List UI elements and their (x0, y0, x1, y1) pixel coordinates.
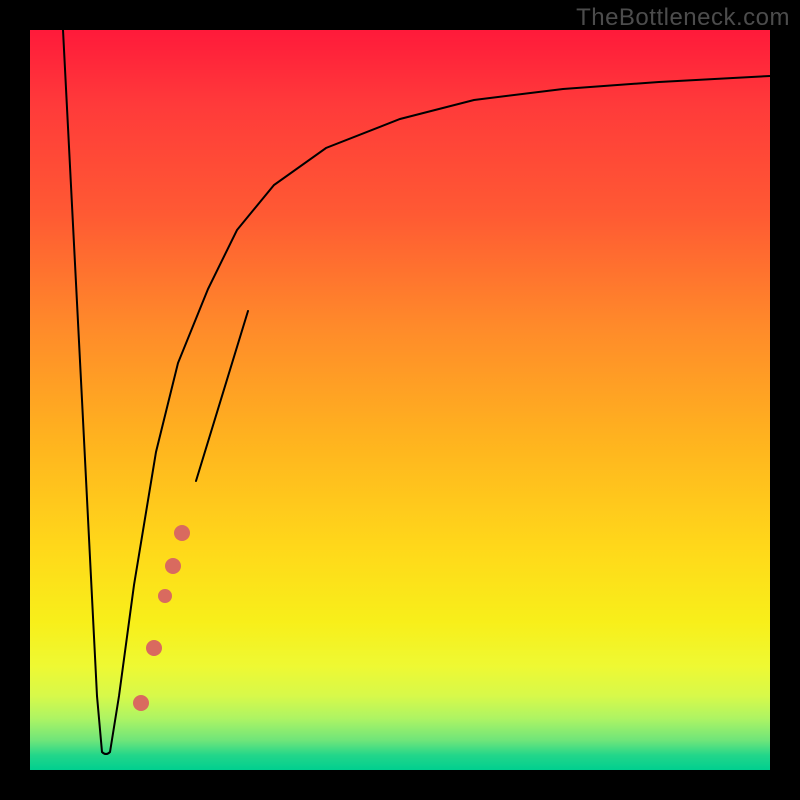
watermark-text: TheBottleneck.com (576, 4, 790, 32)
bottleneck-curve (63, 30, 770, 754)
highlight-dot (146, 640, 162, 656)
highlight-band (196, 311, 248, 481)
chart-svg (30, 30, 770, 770)
highlight-dot (174, 525, 190, 541)
highlight-dot (165, 558, 181, 574)
highlight-dot (133, 695, 149, 711)
highlight-dot (158, 589, 172, 603)
plot-area (30, 30, 770, 770)
chart-frame: TheBottleneck.com (0, 0, 800, 800)
